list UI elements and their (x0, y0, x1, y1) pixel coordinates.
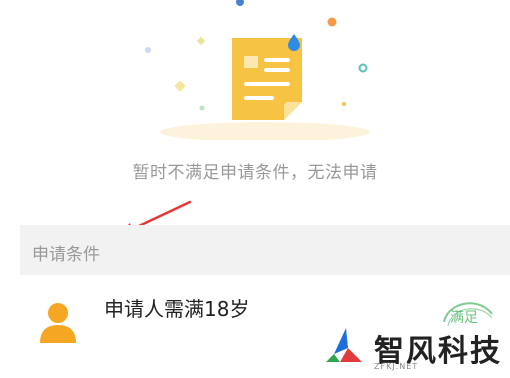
watermark-logo: 智风科技 ZFKJ.NET (322, 322, 510, 374)
section-title: 申请条件 (32, 245, 100, 265)
requirement-text: 申请人需满18岁 (104, 297, 250, 321)
conditions-section-header: 申请条件 (20, 225, 510, 275)
empty-state-illustration (0, 0, 510, 142)
person-icon (38, 301, 78, 345)
empty-state-message: 暂时不满足申请条件，无法申请 (132, 163, 378, 183)
watermark-domain: ZFKJ.NET (374, 362, 419, 371)
document-icon (145, 0, 370, 142)
